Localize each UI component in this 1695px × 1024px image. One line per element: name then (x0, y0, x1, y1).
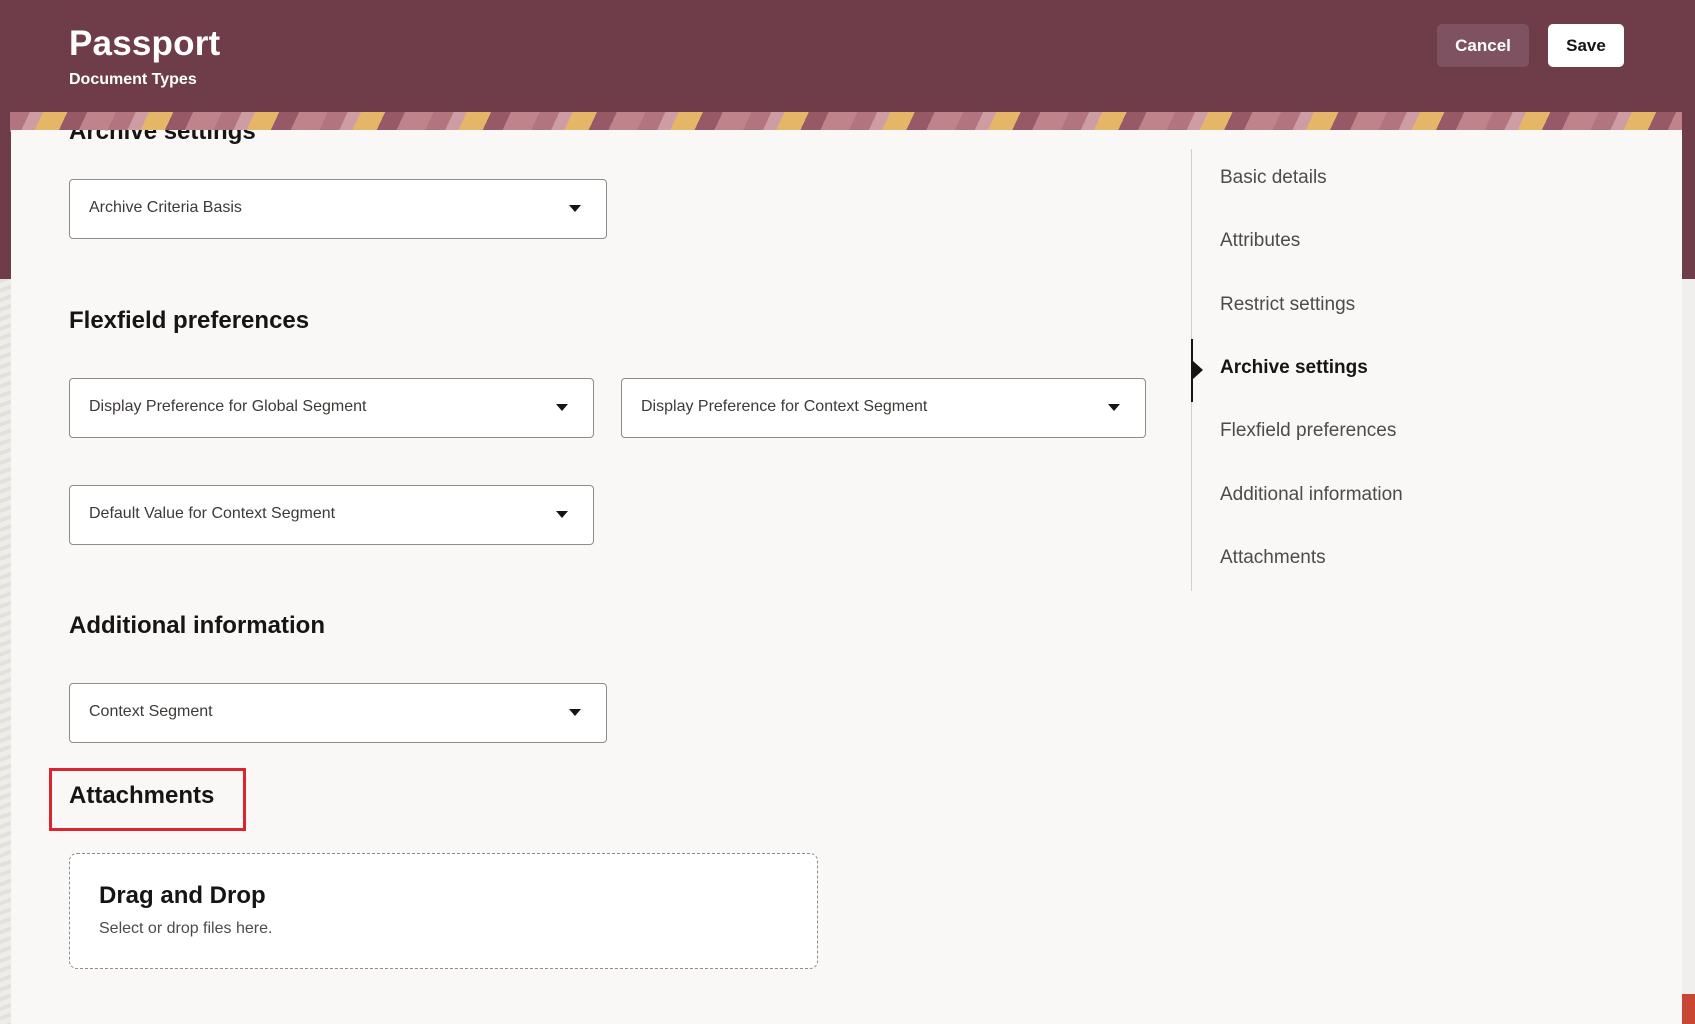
page-title: Passport (69, 24, 221, 63)
header-decorative-pattern (10, 112, 1682, 132)
toc-item-additional-information[interactable]: Additional information (1220, 484, 1403, 506)
background-pattern (0, 279, 11, 1024)
drop-zone-subtitle: Select or drop files here. (99, 920, 273, 937)
global-segment-preference-select[interactable]: Display Preference for Global Segment (69, 378, 594, 438)
section-navigation: Basic details Attributes Restrict settin… (1191, 149, 1492, 591)
select-label: Archive Criteria Basis (89, 199, 242, 216)
file-drop-zone[interactable]: Drag and Drop Select or drop files here. (69, 853, 818, 969)
context-segment-select[interactable]: Context Segment (69, 683, 607, 743)
section-title-attachments: Attachments (69, 782, 215, 809)
toc-item-basic-details[interactable]: Basic details (1220, 167, 1327, 189)
toc-item-flexfield-preferences[interactable]: Flexfield preferences (1220, 420, 1396, 442)
archive-criteria-basis-select[interactable]: Archive Criteria Basis (69, 179, 607, 239)
toc-item-restrict-settings[interactable]: Restrict settings (1220, 294, 1355, 316)
save-button[interactable]: Save (1548, 24, 1624, 67)
section-title-archive: Archive settings (69, 130, 256, 145)
context-segment-preference-select[interactable]: Display Preference for Context Segment (621, 378, 1146, 438)
page-subtitle: Document Types (69, 71, 197, 88)
right-edge-accent (1682, 994, 1695, 1024)
section-title-flexfield: Flexfield preferences (69, 307, 310, 334)
section-title-additional: Additional information (69, 612, 325, 639)
caret-right-icon (1193, 361, 1203, 379)
caret-down-icon (556, 404, 568, 411)
caret-down-icon (556, 511, 568, 518)
select-label: Display Preference for Global Segment (89, 398, 367, 415)
form-panel: Archive settings Archive Criteria Basis … (11, 130, 1682, 1024)
toc-item-attachments[interactable]: Attachments (1220, 547, 1326, 569)
caret-down-icon (569, 205, 581, 212)
select-label: Context Segment (89, 703, 213, 720)
drop-zone-title: Drag and Drop (99, 882, 266, 909)
cancel-button[interactable]: Cancel (1437, 24, 1529, 67)
caret-down-icon (1108, 404, 1120, 411)
default-context-value-select[interactable]: Default Value for Context Segment (69, 485, 594, 545)
select-label: Default Value for Context Segment (89, 505, 336, 522)
toc-item-archive-settings[interactable]: Archive settings (1220, 357, 1368, 379)
right-margin (1682, 279, 1695, 1024)
caret-down-icon (569, 709, 581, 716)
select-label: Display Preference for Context Segment (641, 398, 928, 415)
toc-item-attributes[interactable]: Attributes (1220, 230, 1300, 252)
